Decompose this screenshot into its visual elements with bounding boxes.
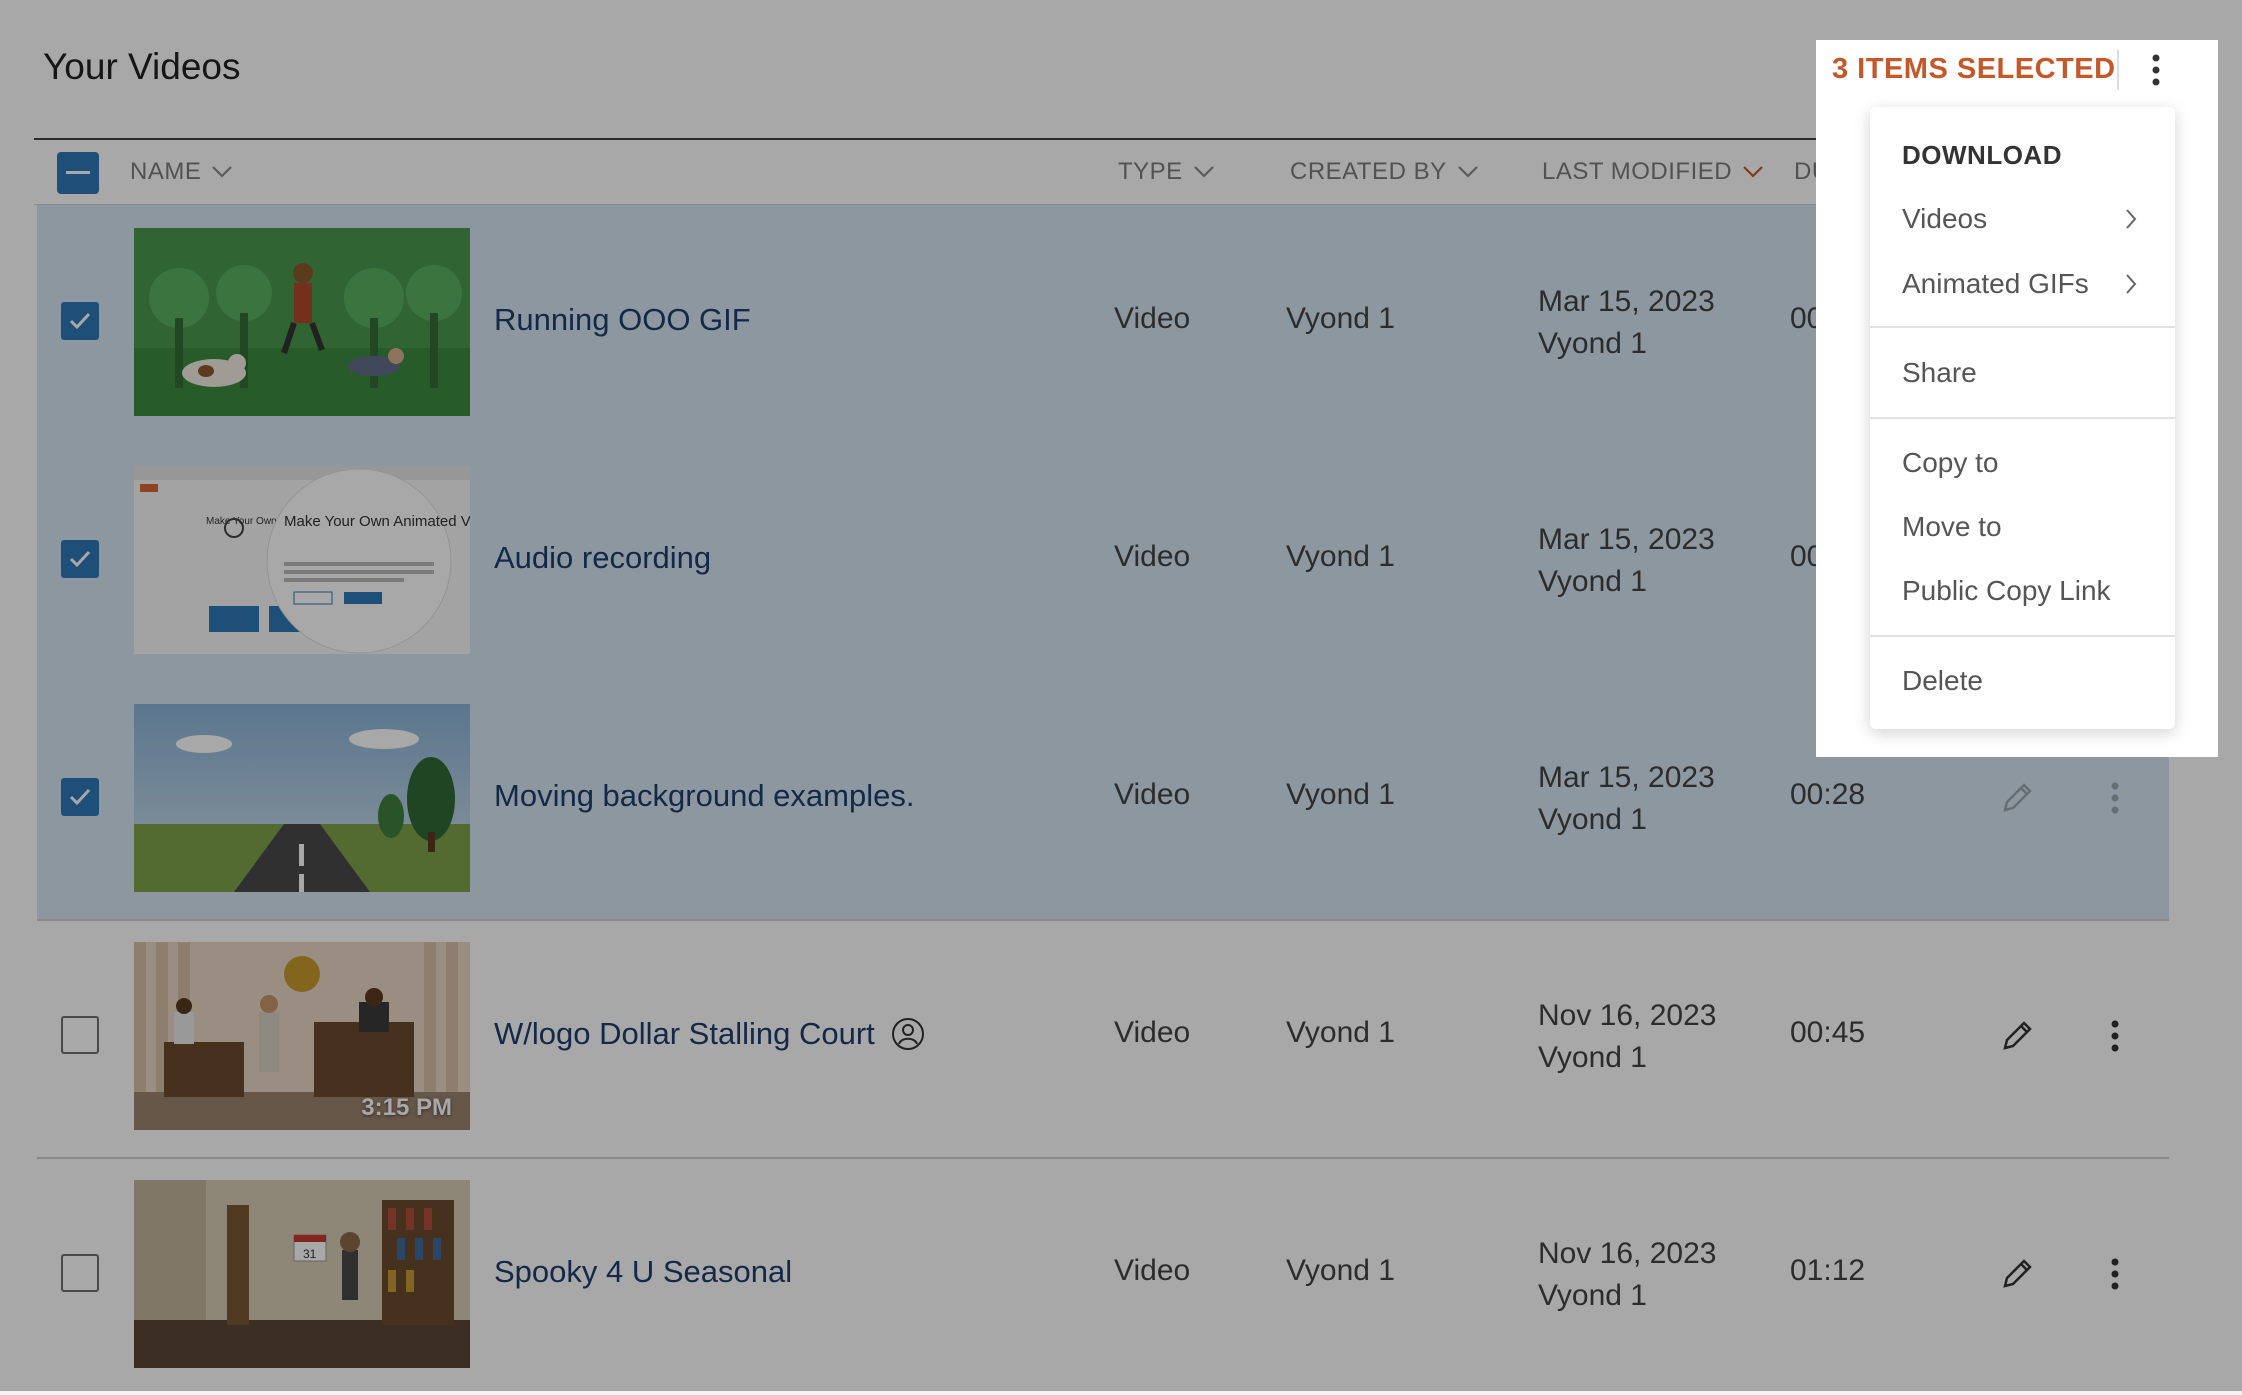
menu-item-delete[interactable]: Delete: [1902, 665, 1983, 697]
items-selected-label: 3 ITEMS SELECTED: [1832, 53, 2116, 85]
menu-item-copy-to[interactable]: Copy to: [1902, 447, 1999, 479]
chevron-right-icon: [2126, 209, 2137, 229]
bulk-actions-more-icon[interactable]: [2144, 50, 2168, 90]
chevron-right-icon: [2126, 274, 2137, 294]
menu-item-public-copy-link[interactable]: Public Copy Link: [1902, 575, 2111, 607]
menu-item-share[interactable]: Share: [1902, 357, 1977, 389]
menu-item-move-to[interactable]: Move to: [1902, 511, 2002, 543]
selection-divider: [2117, 50, 2119, 90]
menu-item-label: Animated GIFs: [1902, 268, 2089, 299]
menu-divider: [1870, 635, 2175, 637]
menu-download-header: DOWNLOAD: [1902, 140, 2062, 170]
menu-divider: [1870, 326, 2175, 328]
bulk-actions-menu: DOWNLOAD Videos Animated GIFs Share Copy…: [1870, 107, 2175, 729]
menu-item-animated-gifs[interactable]: Animated GIFs: [1902, 268, 2089, 300]
menu-item-videos[interactable]: Videos: [1902, 203, 1987, 235]
menu-item-label: Videos: [1902, 203, 1988, 234]
menu-divider: [1870, 417, 2175, 419]
